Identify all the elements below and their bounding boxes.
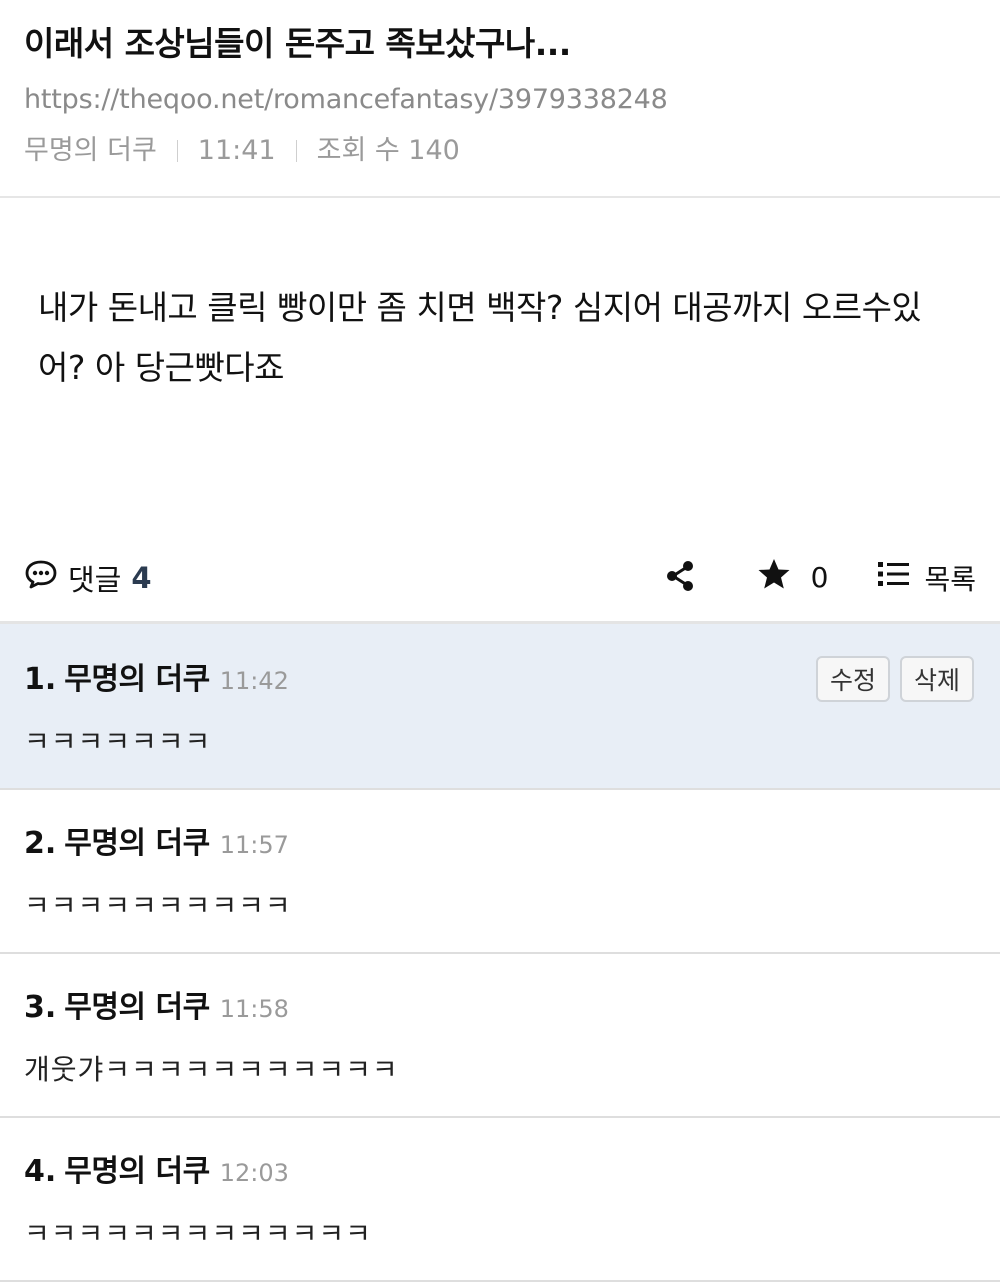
post-time: 11:41 xyxy=(197,135,276,166)
list-icon xyxy=(878,561,910,594)
comment-text: ㅋㅋㅋㅋㅋㅋㅋㅋㅋㅋㅋㅋㅋ xyxy=(24,1217,372,1250)
comment-label: 댓글 xyxy=(68,562,122,597)
meta-divider xyxy=(176,140,178,162)
post-content: 내가 돈내고 클릭 빵이만 좀 치면 백작? 심지어 대공까지 오르수있어? 아… xyxy=(38,288,922,387)
post-title: 이래서 조상님들이 돈주고 족보샀구나... xyxy=(24,24,571,63)
star-icon xyxy=(757,558,791,597)
delete-button[interactable]: 삭제 xyxy=(899,656,974,702)
comment-item: 2. 무명의 더쿠 11:57 ㅋㅋㅋㅋㅋㅋㅋㅋㅋㅋ xyxy=(0,790,1000,954)
post-body: 내가 돈내고 클릭 빵이만 좀 치면 백작? 심지어 대공까지 오르수있어? 아… xyxy=(0,198,1000,534)
star-button[interactable]: 0 xyxy=(757,558,829,597)
comment-author[interactable]: 무명의 더쿠 xyxy=(64,818,210,862)
comment-buttons: 수정 삭제 xyxy=(806,656,974,702)
comment-number: 4. xyxy=(24,1154,57,1189)
post-header: 이래서 조상님들이 돈주고 족보샀구나... https://theqoo.ne… xyxy=(0,0,1000,198)
meta-divider xyxy=(295,140,297,162)
comment-author[interactable]: 무명의 더쿠 xyxy=(64,982,210,1026)
list-button[interactable]: 목록 xyxy=(878,558,976,598)
list-label: 목록 xyxy=(924,562,976,596)
edit-button[interactable]: 수정 xyxy=(815,656,890,702)
comment-author[interactable]: 무명의 더쿠 xyxy=(64,654,210,698)
action-bar: 댓글 4 0 목록 xyxy=(0,534,1000,624)
comment-head: 4. 무명의 더쿠 12:03 xyxy=(24,1146,976,1190)
comment-time: 12:03 xyxy=(219,1159,289,1187)
comment-item: 1. 무명의 더쿠 11:42 ㅋㅋㅋㅋㅋㅋㅋ 수정 삭제 xyxy=(0,624,1000,790)
share-button[interactable] xyxy=(665,560,695,596)
comment-time: 11:42 xyxy=(219,667,289,695)
comment-head: 3. 무명의 더쿠 11:58 xyxy=(24,982,976,1026)
speech-bubble-icon xyxy=(24,559,58,596)
comment-time: 11:57 xyxy=(219,831,289,859)
comment-number: 2. xyxy=(24,826,57,861)
comment-number: 3. xyxy=(24,990,57,1025)
post-url[interactable]: https://theqoo.net/romancefantasy/397933… xyxy=(24,82,976,118)
post-author[interactable]: 무명의 더쿠 xyxy=(24,133,157,169)
comment-item: 3. 무명의 더쿠 11:58 개웃갸ㅋㅋㅋㅋㅋㅋㅋㅋㅋㅋㅋ xyxy=(0,954,1000,1118)
actions-right: 0 목록 xyxy=(665,558,976,598)
comment-count: 4 xyxy=(131,560,152,595)
comment-number: 1. xyxy=(24,662,57,697)
post-views: 조회 수 140 xyxy=(316,135,460,166)
comment-text: ㅋㅋㅋㅋㅋㅋㅋ xyxy=(24,725,212,758)
comment-text: 개웃갸ㅋㅋㅋㅋㅋㅋㅋㅋㅋㅋㅋ xyxy=(24,1053,399,1086)
share-icon xyxy=(665,560,695,596)
comment-list: 1. 무명의 더쿠 11:42 ㅋㅋㅋㅋㅋㅋㅋ 수정 삭제 2. 무명의 더쿠 … xyxy=(0,624,1000,1282)
post-meta: 무명의 더쿠 11:41 조회 수 140 xyxy=(24,133,976,169)
comment-head: 2. 무명의 더쿠 11:57 xyxy=(24,818,976,862)
comment-count-button[interactable]: 댓글 4 xyxy=(24,557,152,599)
comment-time: 11:58 xyxy=(219,995,289,1023)
star-count: 0 xyxy=(810,561,829,594)
comment-item: 4. 무명의 더쿠 12:03 ㅋㅋㅋㅋㅋㅋㅋㅋㅋㅋㅋㅋㅋ xyxy=(0,1118,1000,1282)
comment-author[interactable]: 무명의 더쿠 xyxy=(64,1146,210,1190)
comment-text: ㅋㅋㅋㅋㅋㅋㅋㅋㅋㅋ xyxy=(24,889,292,922)
